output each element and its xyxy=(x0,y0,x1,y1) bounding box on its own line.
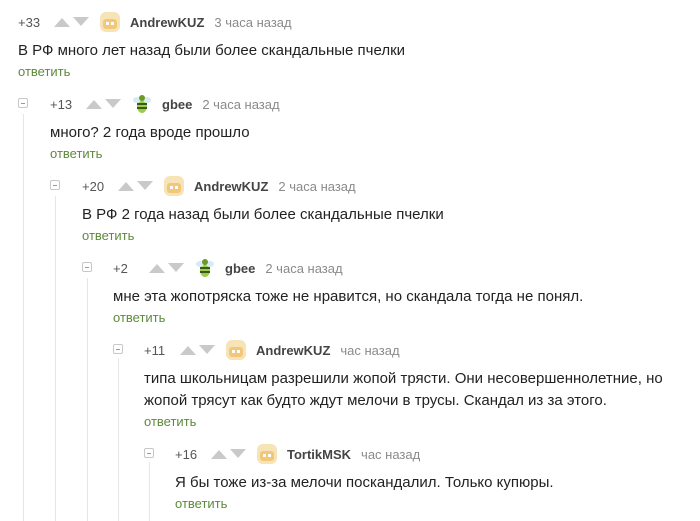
comment-text-line: жопой трясут как будто ждут мелочи в тру… xyxy=(144,392,607,409)
collapse-button[interactable] xyxy=(113,344,123,354)
upvote-icon[interactable] xyxy=(118,181,134,191)
collapse-button[interactable] xyxy=(50,180,60,190)
comment-header: +33 AndrewKUZ 3 часа назад xyxy=(18,10,700,34)
comment-time[interactable]: 2 часа назад xyxy=(265,261,342,276)
comment-rating: +33 xyxy=(18,14,41,30)
reply-button[interactable]: ответить xyxy=(82,228,134,243)
upvote-icon[interactable] xyxy=(180,345,196,355)
thread-line[interactable] xyxy=(87,278,88,521)
downvote-icon[interactable] xyxy=(73,17,89,27)
comment: +11 AndrewKUZ час назад типа школьницам … xyxy=(144,338,700,431)
comment-author[interactable]: TortikMSK xyxy=(287,447,351,462)
upvote-icon[interactable] xyxy=(149,263,165,273)
downvote-icon[interactable] xyxy=(137,181,153,191)
reply-button[interactable]: ответить xyxy=(113,310,165,325)
thread-line[interactable] xyxy=(23,114,24,521)
vote-controls xyxy=(211,449,246,459)
comment-header: +11 AndrewKUZ час назад xyxy=(144,338,700,362)
comment-text-line: типа школьницам разрешили жопой трясти. … xyxy=(144,370,663,387)
comment-time[interactable]: час назад xyxy=(340,343,399,358)
thread-line[interactable] xyxy=(149,462,150,521)
reply-button[interactable]: ответить xyxy=(175,496,227,511)
comment-time[interactable]: 3 часа назад xyxy=(214,15,291,30)
comment-text: Я бы тоже из-за мелочи поскандалил. Толь… xyxy=(175,474,554,491)
comment-thread: +33 AndrewKUZ 3 часа назад В РФ много ле… xyxy=(0,0,700,521)
comment-rating: +16 xyxy=(175,446,198,462)
upvote-icon[interactable] xyxy=(211,449,227,459)
thread-line[interactable] xyxy=(55,196,56,521)
comment-header: +20 AndrewKUZ 2 часа назад xyxy=(82,174,700,198)
comment-header: +13 gbee 2 часа назад xyxy=(50,92,700,116)
avatar-icon[interactable] xyxy=(256,443,278,465)
vote-controls xyxy=(54,17,89,27)
comment-time[interactable]: 2 часа назад xyxy=(278,179,355,194)
avatar-icon[interactable] xyxy=(194,257,216,279)
comment-author[interactable]: AndrewKUZ xyxy=(256,343,330,358)
collapse-button[interactable] xyxy=(82,262,92,272)
comment-rating: +20 xyxy=(82,178,105,194)
comment-rating: +2 xyxy=(113,260,128,276)
vote-controls xyxy=(180,345,215,355)
downvote-icon[interactable] xyxy=(230,449,246,459)
reply-button[interactable]: ответить xyxy=(50,146,102,161)
comment-author[interactable]: AndrewKUZ xyxy=(130,15,204,30)
thread-line[interactable] xyxy=(118,358,119,521)
avatar-icon[interactable] xyxy=(131,93,153,115)
comment-header: +16 TortikMSK час назад xyxy=(175,442,700,466)
collapse-button[interactable] xyxy=(18,98,28,108)
comment: +16 TortikMSK час назад Я бы тоже из-за … xyxy=(175,442,700,513)
comment-rating: +11 xyxy=(144,342,166,358)
comment-text: мне эта жопотряска тоже не нравится, но … xyxy=(113,288,584,305)
reply-button[interactable]: ответить xyxy=(18,64,70,79)
avatar-icon[interactable] xyxy=(99,11,121,33)
downvote-icon[interactable] xyxy=(105,99,121,109)
comment-header: +2 gbee 2 часа назад xyxy=(113,256,700,280)
comment-text: В РФ 2 года назад были более скандальные… xyxy=(82,206,444,223)
comment-text: В РФ много лет назад были более скандаль… xyxy=(18,42,406,59)
avatar-icon[interactable] xyxy=(225,339,247,361)
comment: +20 AndrewKUZ 2 часа назад В РФ 2 года н… xyxy=(82,174,700,245)
comment-author[interactable]: AndrewKUZ xyxy=(194,179,268,194)
downvote-icon[interactable] xyxy=(168,263,184,273)
reply-button[interactable]: ответить xyxy=(144,414,196,429)
comment-time[interactable]: час назад xyxy=(361,447,420,462)
collapse-button[interactable] xyxy=(144,448,154,458)
comment-rating: +13 xyxy=(50,96,73,112)
comment-time[interactable]: 2 часа назад xyxy=(202,97,279,112)
comment-author[interactable]: gbee xyxy=(225,261,255,276)
comment-text: типа школьницам разрешили жопой трясти. … xyxy=(144,368,700,412)
upvote-icon[interactable] xyxy=(54,17,70,27)
vote-controls xyxy=(86,99,121,109)
vote-controls xyxy=(149,263,184,273)
comment: +33 AndrewKUZ 3 часа назад В РФ много ле… xyxy=(18,10,700,81)
comment-text: много? 2 года вроде прошло xyxy=(50,124,250,141)
avatar-icon[interactable] xyxy=(163,175,185,197)
downvote-icon[interactable] xyxy=(199,345,215,355)
comment: +13 gbee 2 часа назад много? 2 года врод… xyxy=(50,92,700,163)
upvote-icon[interactable] xyxy=(86,99,102,109)
vote-controls xyxy=(118,181,153,191)
comment-author[interactable]: gbee xyxy=(162,97,192,112)
comment: +2 gbee 2 часа назад мне эта жопотряска … xyxy=(113,256,700,327)
